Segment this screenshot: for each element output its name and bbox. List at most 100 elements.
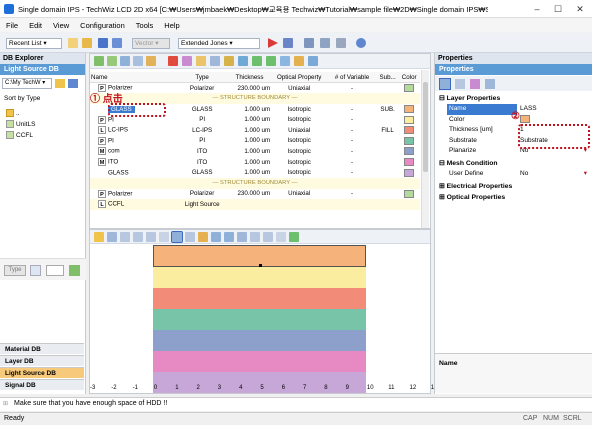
chevron-down-icon[interactable]: ▾	[584, 169, 587, 180]
prop-user-define-value[interactable]: No	[517, 170, 528, 177]
menu-configuration[interactable]: Configuration	[74, 18, 130, 30]
stack-layer-ito[interactable]	[153, 351, 366, 372]
stack-layer-pi-bottom[interactable]	[153, 309, 366, 330]
refresh-icon[interactable]	[68, 79, 78, 88]
color-icon[interactable]	[196, 56, 206, 66]
delete-layer-icon[interactable]	[168, 56, 178, 66]
zoom-in-icon[interactable]	[211, 232, 221, 242]
scrollbar-thumb[interactable]	[423, 82, 428, 172]
mirror-icon[interactable]	[182, 56, 192, 66]
menu-help[interactable]: Help	[158, 18, 184, 30]
move-up-icon[interactable]	[252, 56, 262, 66]
copy-layer-icon[interactable]	[120, 56, 130, 66]
structure-icon[interactable]	[210, 56, 220, 66]
move-top-icon[interactable]	[280, 56, 290, 66]
snap-icon[interactable]	[276, 232, 286, 242]
select-icon[interactable]	[120, 232, 130, 242]
col-name[interactable]: Name	[90, 72, 177, 84]
structure-boundary-row[interactable]: — STRUCTURE BOUNDARY —	[90, 177, 420, 189]
result-icon[interactable]	[304, 38, 314, 48]
calculation-method-combo[interactable]: Extended Jones ▾	[178, 38, 260, 49]
stack-layer-lc[interactable]	[153, 288, 366, 309]
graph-icon[interactable]	[336, 38, 346, 48]
stack-layer-com[interactable]	[153, 330, 366, 351]
tree-item-parent[interactable]: ..	[6, 108, 36, 119]
layer-color-swatch[interactable]	[404, 158, 415, 167]
add-icon[interactable]	[69, 265, 80, 276]
layer-row[interactable]: P PI PI 1.000 um Isotropic -	[90, 136, 420, 147]
expand-icon[interactable]: ⊞	[3, 400, 8, 407]
property-pages-icon[interactable]	[470, 79, 480, 89]
col-color[interactable]: Color	[398, 72, 420, 84]
refresh-layer-icon[interactable]	[308, 56, 318, 66]
edit-layer-icon[interactable]	[146, 56, 156, 66]
layer-color-swatch[interactable]	[404, 105, 415, 114]
line-tool-icon[interactable]	[171, 231, 183, 243]
maximize-button[interactable]: ☐	[547, 2, 569, 16]
type-settings-icon[interactable]	[30, 265, 41, 276]
prop-color-swatch[interactable]	[520, 114, 530, 123]
col-thickness[interactable]: Thickness	[228, 72, 272, 84]
vector-combo[interactable]: Vector ▾	[132, 38, 170, 49]
tree-item-unitls[interactable]: UnitLS	[6, 119, 36, 130]
layer-name-text[interactable]: CCFL	[108, 201, 124, 208]
browse-folder-icon[interactable]	[55, 79, 65, 88]
col-variable-count[interactable]: # of Variable	[327, 72, 377, 84]
db-path-combo[interactable]: C:\My TechW ▾	[2, 78, 52, 89]
layer-name-text[interactable]: com	[108, 148, 120, 155]
move-down-icon[interactable]	[266, 56, 276, 66]
tab-material-db[interactable]: Material DB	[0, 343, 84, 354]
layer-properties-section[interactable]: ⊟ Layer Properties	[439, 94, 500, 102]
layer-color-swatch[interactable]	[404, 115, 415, 124]
layer-color-swatch[interactable]	[404, 168, 415, 177]
col-type[interactable]: Type	[176, 72, 229, 84]
zoom-window-icon[interactable]	[250, 232, 260, 242]
layer-table-scrollbar[interactable]	[421, 70, 429, 228]
layer-color-swatch[interactable]	[404, 136, 415, 145]
open-folder-icon[interactable]	[82, 38, 92, 48]
info-icon[interactable]	[356, 38, 366, 48]
grid-toggle-icon[interactable]	[263, 232, 273, 242]
new-file-icon[interactable]	[68, 38, 78, 48]
layer-color-swatch[interactable]	[404, 126, 415, 135]
type-input[interactable]	[46, 265, 64, 276]
layer-row[interactable]: L LC-IPS LC-IPS 1.000 um Uniaxial - FILL	[90, 125, 420, 136]
layer-color-swatch[interactable]	[404, 147, 415, 156]
tab-layer-db[interactable]: Layer DB	[0, 355, 84, 366]
layer-row[interactable]: L CCFL Light Source	[90, 199, 420, 210]
boundary-icon[interactable]	[224, 56, 234, 66]
layer-row[interactable]: P Polarizer Polarizer 230.000 um Uniaxial -	[90, 189, 420, 200]
layer-name-text[interactable]: PI	[108, 138, 114, 145]
layer-row[interactable]: GLASS GLASS 1.000 um Isotropic -	[90, 167, 420, 178]
zoom-fit-icon[interactable]	[237, 232, 247, 242]
optical-properties-section[interactable]: ⊞ Optical Properties	[439, 193, 505, 201]
layer-name-text[interactable]: PI	[108, 116, 114, 123]
layer-name-text[interactable]: GLASS	[108, 169, 129, 176]
layer-row[interactable]: M ITO ITO 1.000 um Isotropic -	[90, 157, 420, 168]
fill-icon[interactable]	[198, 232, 208, 242]
alphabetical-icon[interactable]	[455, 79, 465, 89]
run-icon[interactable]	[268, 38, 278, 48]
menu-view[interactable]: View	[47, 18, 74, 30]
paste-layer-icon[interactable]	[133, 56, 143, 66]
layer-row[interactable]: P Polarizer Polarizer 230.000 um Uniaxial -	[90, 83, 420, 94]
menu-edit[interactable]: Edit	[23, 18, 47, 30]
export-icon[interactable]	[289, 232, 299, 242]
prop-row-user-define[interactable]: User Define No ▾	[447, 169, 590, 180]
layer-view-icon[interactable]	[159, 232, 169, 242]
zoom-out-icon[interactable]	[224, 232, 234, 242]
layer-color-swatch[interactable]	[404, 84, 415, 93]
minimize-button[interactable]: –	[526, 2, 548, 16]
grid-icon[interactable]	[238, 56, 248, 66]
layer-name-text[interactable]: ITO	[108, 159, 118, 166]
menu-tools[interactable]: Tools	[130, 18, 159, 30]
report-icon[interactable]	[320, 38, 330, 48]
tab-signal-db[interactable]: Signal DB	[0, 379, 84, 390]
mesh-condition-section[interactable]: ⊟ Mesh Condition	[439, 159, 498, 167]
insert-layer-icon[interactable]	[107, 56, 117, 66]
layer-color-swatch[interactable]	[404, 189, 415, 198]
lock-icon[interactable]	[294, 56, 304, 66]
menu-file[interactable]: File	[0, 18, 23, 30]
hand-tool-icon[interactable]	[94, 232, 104, 242]
save-icon[interactable]	[98, 38, 108, 48]
